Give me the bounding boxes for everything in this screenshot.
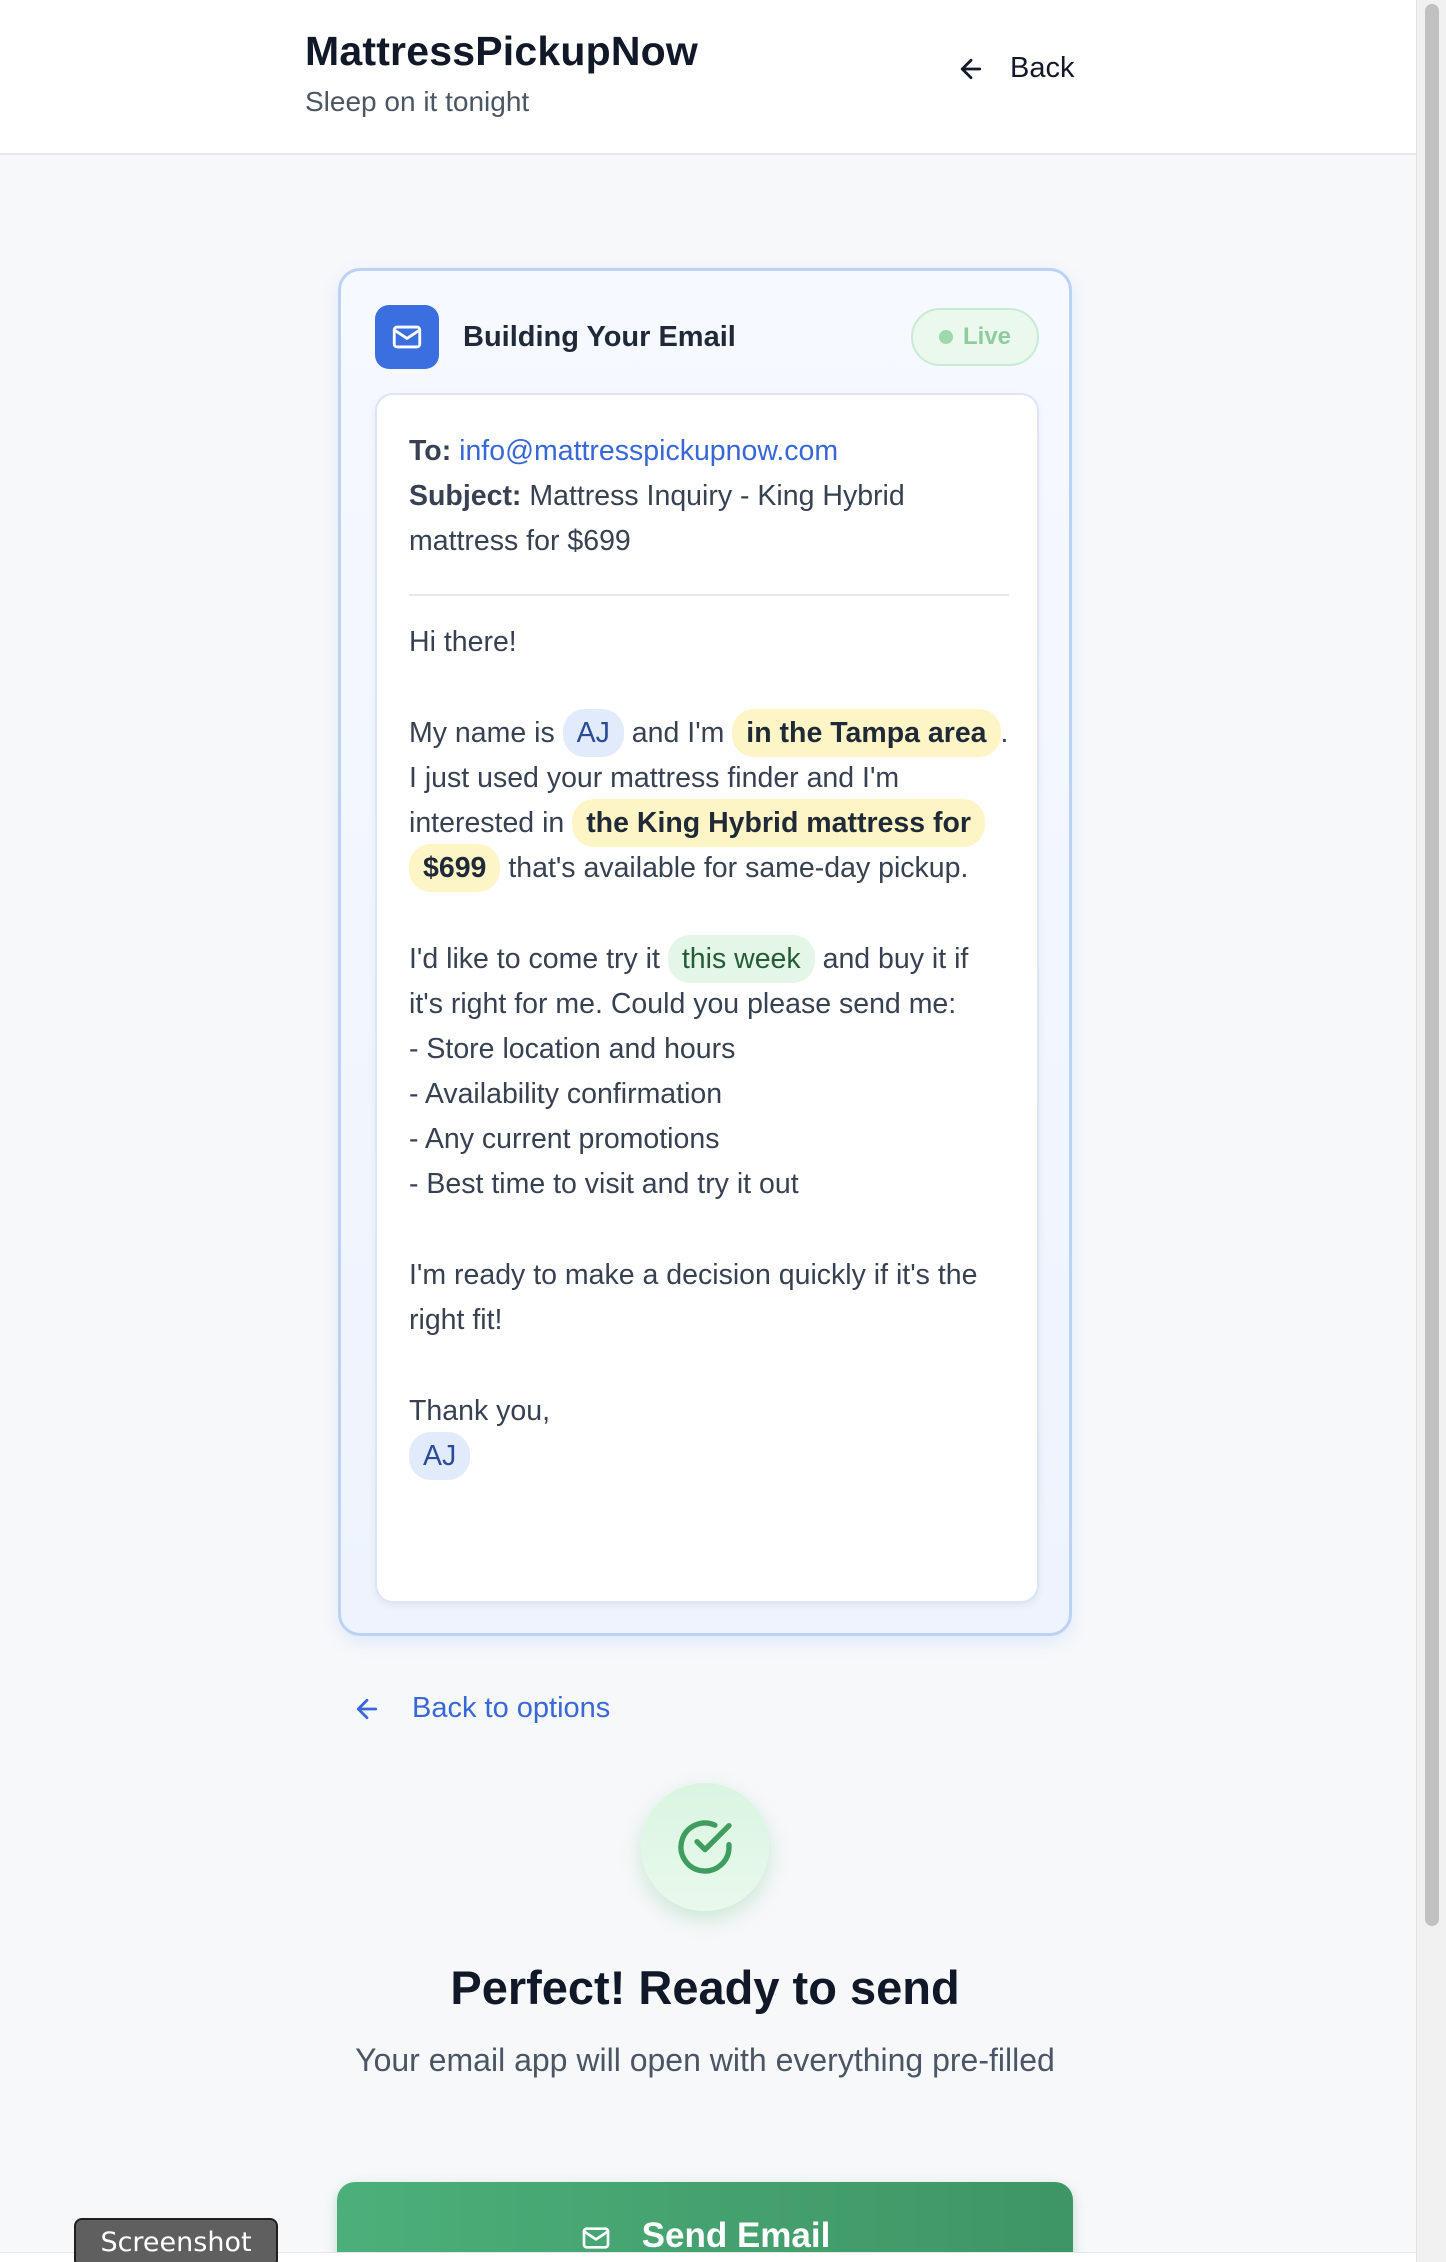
brand-tagline: Sleep on it tonight xyxy=(305,86,530,117)
success-badge xyxy=(641,1783,769,1911)
email-paragraph-intro: My name is AJ and I'm in the Tampa area.… xyxy=(409,709,1009,892)
to-label: To: xyxy=(409,435,452,467)
card-title: Building Your Email xyxy=(463,321,736,353)
intro-text-1: My name is xyxy=(409,717,563,749)
mail-icon xyxy=(582,2227,609,2249)
check-circle-icon xyxy=(678,1820,732,1874)
back-to-options-link[interactable]: Back to options xyxy=(352,1692,610,1725)
screenshot-button[interactable]: Screenshot xyxy=(74,2218,278,2262)
request-list-item: - Best time to visit and try it out xyxy=(409,1168,799,1200)
signature-token: AJ xyxy=(409,1432,471,1480)
location-token: in the Tampa area xyxy=(732,709,1001,757)
email-signoff: Thank you, xyxy=(409,1395,550,1427)
back-button[interactable]: Back xyxy=(956,52,1074,85)
email-preview-card: Building Your Email Live To: info@mattre… xyxy=(338,268,1072,1636)
email-body: Hi there! My name is AJ and I'm in the T… xyxy=(409,620,1009,1480)
email-divider xyxy=(409,594,1009,596)
intro-text-2: and I'm xyxy=(623,717,733,749)
email-subject-line: Subject: Mattress Inquiry - King Hybrid … xyxy=(409,474,1009,564)
email-paragraph-request: I'd like to come try it this week and bu… xyxy=(409,935,1009,1027)
live-dot-icon xyxy=(938,330,953,344)
arrow-left-icon xyxy=(960,58,982,79)
app-header: MattressPickupNow Sleep on it tonight Ba… xyxy=(0,0,1416,155)
vertical-scrollbar[interactable] xyxy=(1416,0,1446,2262)
email-draft: To: info@mattresspickupnow.com Subject: … xyxy=(375,393,1039,1603)
request-list-item: - Availability confirmation xyxy=(409,1078,723,1110)
live-status-badge: Live xyxy=(911,308,1039,366)
subject-label: Subject: xyxy=(409,480,522,512)
send-email-label: Send Email xyxy=(641,2216,831,2255)
timeframe-token: this week xyxy=(667,935,815,983)
back-button-label: Back xyxy=(1010,52,1075,84)
request-list-item: - Store location and hours xyxy=(409,1033,736,1065)
page: MattressPickupNow Sleep on it tonight Ba… xyxy=(0,0,1416,2262)
ready-title: Perfect! Ready to send xyxy=(450,1961,960,2014)
mail-icon-badge xyxy=(375,305,439,369)
request-text-1: I'd like to come try it xyxy=(409,943,668,975)
ready-subtitle: Your email app will open with everything… xyxy=(355,2042,1055,2078)
back-to-options-label: Back to options xyxy=(412,1692,611,1724)
intro-text-4: that's available for same-day pickup. xyxy=(500,852,969,884)
to-email-link[interactable]: info@mattresspickupnow.com xyxy=(459,435,838,467)
email-greeting: Hi there! xyxy=(409,626,517,658)
request-list-item: - Any current promotions xyxy=(409,1123,720,1155)
scrollbar-thumb[interactable] xyxy=(1425,4,1439,1926)
live-status-label: Live xyxy=(962,323,1012,350)
arrow-left-icon xyxy=(356,1698,378,1719)
send-email-button[interactable]: Send Email xyxy=(337,2182,1073,2262)
email-paragraph-closing: I'm ready to make a decision quickly if … xyxy=(409,1259,978,1336)
name-token: AJ xyxy=(562,709,624,757)
email-to-line: To: info@mattresspickupnow.com xyxy=(409,429,1009,474)
brand-title[interactable]: MattressPickupNow xyxy=(305,28,698,75)
mail-icon xyxy=(392,325,422,349)
